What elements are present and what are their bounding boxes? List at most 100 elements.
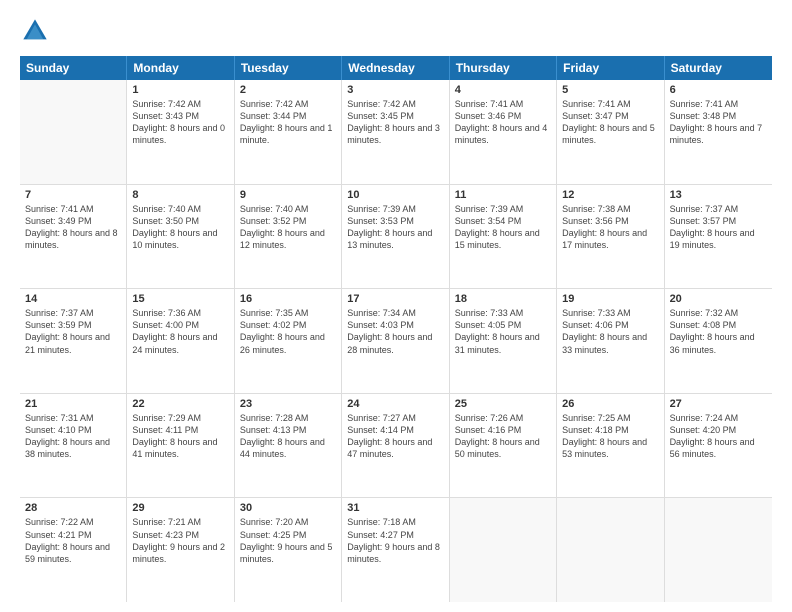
day-number: 4	[455, 84, 551, 96]
day-info: Sunrise: 7:40 AMSunset: 3:50 PMDaylight:…	[132, 203, 228, 252]
calendar-row-1: 1Sunrise: 7:42 AMSunset: 3:43 PMDaylight…	[20, 80, 772, 185]
day-number: 22	[132, 398, 228, 410]
calendar-day-25: 25Sunrise: 7:26 AMSunset: 4:16 PMDayligh…	[450, 394, 557, 498]
day-info: Sunrise: 7:39 AMSunset: 3:53 PMDaylight:…	[347, 203, 443, 252]
day-number: 28	[25, 502, 121, 514]
calendar-day-27: 27 Sunrise: 7:24 AMSunset: 4:20 PMDayligh…	[665, 394, 772, 498]
day-number: 26	[562, 398, 658, 410]
day-info: Sunrise: 7:41 AMSunset: 3:48 PMDaylight:…	[670, 98, 767, 147]
calendar-row-5: 28 Sunrise: 7:22 AMSunset: 4:21 PMDayligh…	[20, 498, 772, 602]
day-info: Sunrise: 7:42 AMSunset: 3:45 PMDaylight:…	[347, 98, 443, 147]
day-number: 2	[240, 84, 336, 96]
day-number: 11	[455, 189, 551, 201]
day-number: 14	[25, 293, 121, 305]
day-info: Sunrise: 7:41 AMSunset: 3:46 PMDaylight:…	[455, 98, 551, 147]
day-number: 17	[347, 293, 443, 305]
calendar-empty-cell	[665, 498, 772, 602]
day-number: 18	[455, 293, 551, 305]
day-info: Sunrise: 7:33 AMSunset: 4:05 PMDaylight:…	[455, 307, 551, 356]
day-info: Sunrise: 7:25 AMSunset: 4:18 PMDaylight:…	[562, 412, 658, 461]
calendar-day-14: 14Sunrise: 7:37 AMSunset: 3:59 PMDayligh…	[20, 289, 127, 393]
day-info: Sunrise: 7:41 AMSunset: 3:49 PMDaylight:…	[25, 203, 121, 252]
calendar-day-18: 18 Sunrise: 7:33 AMSunset: 4:05 PMDayligh…	[450, 289, 557, 393]
day-number: 21	[25, 398, 121, 410]
page: SundayMondayTuesdayWednesdayThursdayFrid…	[0, 0, 792, 612]
calendar-day-28: 28 Sunrise: 7:22 AMSunset: 4:21 PMDayligh…	[20, 498, 127, 602]
day-number: 23	[240, 398, 336, 410]
day-number: 13	[670, 189, 767, 201]
day-number: 10	[347, 189, 443, 201]
weekday-header-monday: Monday	[127, 56, 234, 80]
day-number: 30	[240, 502, 336, 514]
calendar-day-21: 21 Sunrise: 7:31 AMSunset: 4:10 PMDayligh…	[20, 394, 127, 498]
day-number: 29	[132, 502, 228, 514]
calendar-day-3: 3 Sunrise: 7:42 AMSunset: 3:45 PMDaylight…	[342, 80, 449, 184]
day-number: 9	[240, 189, 336, 201]
day-info: Sunrise: 7:28 AMSunset: 4:13 PMDaylight:…	[240, 412, 336, 461]
day-info: Sunrise: 7:22 AMSunset: 4:21 PMDaylight:…	[25, 516, 121, 565]
weekday-header-tuesday: Tuesday	[235, 56, 342, 80]
day-info: Sunrise: 7:36 AMSunset: 4:00 PMDaylight:…	[132, 307, 228, 356]
day-number: 31	[347, 502, 443, 514]
weekday-header-wednesday: Wednesday	[342, 56, 449, 80]
calendar-day-9: 9Sunrise: 7:40 AMSunset: 3:52 PMDaylight…	[235, 185, 342, 289]
calendar-day-10: 10 Sunrise: 7:39 AMSunset: 3:53 PMDayligh…	[342, 185, 449, 289]
day-number: 24	[347, 398, 443, 410]
calendar-day-11: 11 Sunrise: 7:39 AMSunset: 3:54 PMDayligh…	[450, 185, 557, 289]
calendar-day-8: 8 Sunrise: 7:40 AMSunset: 3:50 PMDaylight…	[127, 185, 234, 289]
day-number: 12	[562, 189, 658, 201]
calendar-empty-cell	[557, 498, 664, 602]
day-number: 3	[347, 84, 443, 96]
calendar-empty-cell	[20, 80, 127, 184]
day-info: Sunrise: 7:20 AMSunset: 4:25 PMDaylight:…	[240, 516, 336, 565]
calendar-day-12: 12Sunrise: 7:38 AMSunset: 3:56 PMDayligh…	[557, 185, 664, 289]
day-info: Sunrise: 7:24 AMSunset: 4:20 PMDaylight:…	[670, 412, 767, 461]
calendar-day-2: 2 Sunrise: 7:42 AMSunset: 3:44 PMDaylight…	[235, 80, 342, 184]
day-number: 16	[240, 293, 336, 305]
header	[20, 16, 772, 46]
calendar-day-13: 13 Sunrise: 7:37 AMSunset: 3:57 PMDayligh…	[665, 185, 772, 289]
calendar-day-5: 5Sunrise: 7:41 AMSunset: 3:47 PMDaylight…	[557, 80, 664, 184]
day-number: 25	[455, 398, 551, 410]
logo-icon	[20, 16, 50, 46]
calendar-day-6: 6 Sunrise: 7:41 AMSunset: 3:48 PMDaylight…	[665, 80, 772, 184]
weekday-header-sunday: Sunday	[20, 56, 127, 80]
day-number: 7	[25, 189, 121, 201]
calendar-day-22: 22 Sunrise: 7:29 AMSunset: 4:11 PMDayligh…	[127, 394, 234, 498]
weekday-header-thursday: Thursday	[450, 56, 557, 80]
day-info: Sunrise: 7:41 AMSunset: 3:47 PMDaylight:…	[562, 98, 658, 147]
calendar-header: SundayMondayTuesdayWednesdayThursdayFrid…	[20, 56, 772, 80]
day-info: Sunrise: 7:32 AMSunset: 4:08 PMDaylight:…	[670, 307, 767, 356]
calendar-day-31: 31 Sunrise: 7:18 AMSunset: 4:27 PMDayligh…	[342, 498, 449, 602]
day-number: 19	[562, 293, 658, 305]
day-info: Sunrise: 7:37 AMSunset: 3:57 PMDaylight:…	[670, 203, 767, 252]
day-number: 8	[132, 189, 228, 201]
calendar-row-2: 7 Sunrise: 7:41 AMSunset: 3:49 PMDaylight…	[20, 185, 772, 290]
calendar-day-1: 1Sunrise: 7:42 AMSunset: 3:43 PMDaylight…	[127, 80, 234, 184]
day-info: Sunrise: 7:39 AMSunset: 3:54 PMDaylight:…	[455, 203, 551, 252]
day-info: Sunrise: 7:33 AMSunset: 4:06 PMDaylight:…	[562, 307, 658, 356]
day-number: 20	[670, 293, 767, 305]
day-info: Sunrise: 7:42 AMSunset: 3:44 PMDaylight:…	[240, 98, 336, 147]
calendar-day-24: 24Sunrise: 7:27 AMSunset: 4:14 PMDayligh…	[342, 394, 449, 498]
calendar-day-26: 26 Sunrise: 7:25 AMSunset: 4:18 PMDayligh…	[557, 394, 664, 498]
day-info: Sunrise: 7:35 AMSunset: 4:02 PMDaylight:…	[240, 307, 336, 356]
calendar-day-4: 4 Sunrise: 7:41 AMSunset: 3:46 PMDaylight…	[450, 80, 557, 184]
weekday-header-saturday: Saturday	[665, 56, 772, 80]
day-number: 15	[132, 293, 228, 305]
day-info: Sunrise: 7:29 AMSunset: 4:11 PMDaylight:…	[132, 412, 228, 461]
day-info: Sunrise: 7:18 AMSunset: 4:27 PMDaylight:…	[347, 516, 443, 565]
day-info: Sunrise: 7:31 AMSunset: 4:10 PMDaylight:…	[25, 412, 121, 461]
calendar-row-3: 14Sunrise: 7:37 AMSunset: 3:59 PMDayligh…	[20, 289, 772, 394]
day-number: 27	[670, 398, 767, 410]
weekday-header-friday: Friday	[557, 56, 664, 80]
calendar-row-4: 21 Sunrise: 7:31 AMSunset: 4:10 PMDayligh…	[20, 394, 772, 499]
calendar-day-19: 19 Sunrise: 7:33 AMSunset: 4:06 PMDayligh…	[557, 289, 664, 393]
day-number: 6	[670, 84, 767, 96]
calendar-day-23: 23 Sunrise: 7:28 AMSunset: 4:13 PMDayligh…	[235, 394, 342, 498]
day-info: Sunrise: 7:34 AMSunset: 4:03 PMDaylight:…	[347, 307, 443, 356]
calendar-empty-cell	[450, 498, 557, 602]
calendar-day-20: 20 Sunrise: 7:32 AMSunset: 4:08 PMDayligh…	[665, 289, 772, 393]
calendar-day-30: 30 Sunrise: 7:20 AMSunset: 4:25 PMDayligh…	[235, 498, 342, 602]
calendar-day-16: 16 Sunrise: 7:35 AMSunset: 4:02 PMDayligh…	[235, 289, 342, 393]
